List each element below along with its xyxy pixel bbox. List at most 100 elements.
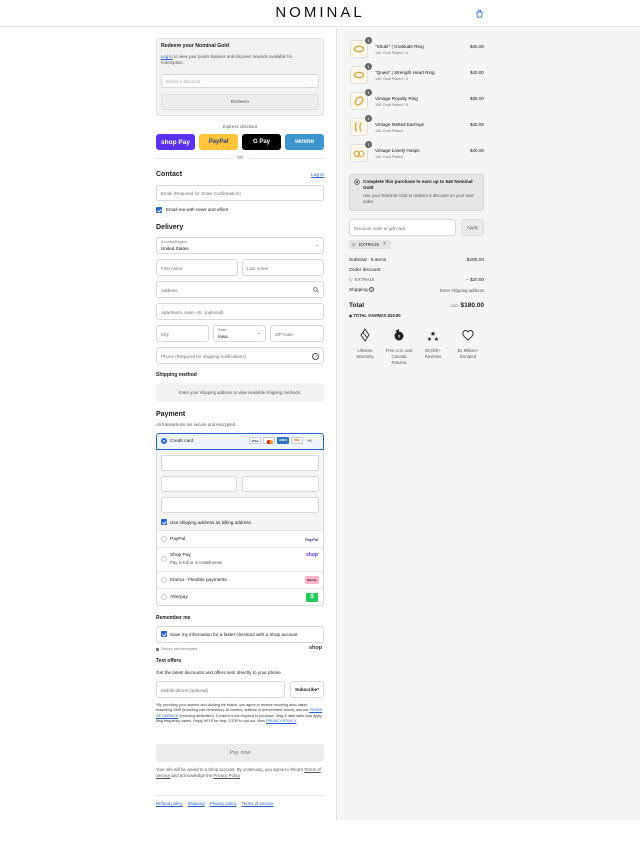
order-discount-value: − $20.00 xyxy=(465,277,484,282)
subtotal-label: Subtotal · 5 items xyxy=(349,258,387,263)
email-field[interactable]: Email (Required for Order Confirmation) xyxy=(156,185,324,201)
subscribe-button[interactable]: Subscribe* xyxy=(290,681,324,698)
express-checkout-label: Express checkout xyxy=(223,124,257,129)
stars-icon: ★★ ★ xyxy=(427,330,439,342)
applied-discount-code: EXTRA15 xyxy=(359,242,380,247)
credit-card-radio[interactable] xyxy=(161,438,167,444)
city-field[interactable]: City xyxy=(156,325,209,342)
shop-privacy-link[interactable]: Privacy Policy xyxy=(213,773,240,778)
klarna-logo: Klarna. xyxy=(305,576,319,584)
amex-icon: AMEX xyxy=(277,437,289,444)
order-summary-panel xyxy=(336,28,640,820)
discount-tag-icon: ◇ xyxy=(349,277,353,282)
remember-me-checkbox[interactable] xyxy=(161,631,167,637)
chevron-down-icon: ⌄ xyxy=(315,242,319,247)
discount-select[interactable]: Select a discount ⌄ xyxy=(161,74,319,88)
remove-discount-icon[interactable]: × xyxy=(383,241,386,247)
chevron-down-icon: ⌄ xyxy=(310,78,314,83)
item-name: Vintage Royalty Ring xyxy=(375,96,418,101)
google-pay-button[interactable]: G Pay xyxy=(242,134,281,150)
gold-promo-title: Complete this purchase to earn up to 540… xyxy=(363,179,473,191)
payment-option-shop-pay[interactable] xyxy=(156,547,324,571)
footer-links: Refund policy Shipping Privacy policy Te… xyxy=(156,801,274,806)
item-name: "Shukr" | Gratitude Ring xyxy=(375,44,424,49)
shipping-link[interactable]: Shipping xyxy=(188,801,205,806)
apartment-field[interactable]: Apartment, suite, etc. (optional) xyxy=(156,303,324,320)
item-quantity-badge: 1 xyxy=(365,89,372,96)
shop-pay-radio[interactable] xyxy=(161,556,167,562)
item-name: Vintage Lovely Hoops xyxy=(375,148,420,153)
afterpay-radio[interactable] xyxy=(161,594,167,600)
text-offers-heading: Text offers xyxy=(156,658,182,664)
billing-same-checkbox[interactable] xyxy=(161,519,167,525)
shipping-method-heading: Shipping method xyxy=(156,372,197,378)
tag-icon: ◇ xyxy=(352,241,356,247)
gold-promo-desc: Use your Nominal Gold to redeem a discou… xyxy=(363,193,474,205)
apply-discount-button[interactable]: Apply xyxy=(461,219,484,236)
shop-pay-button[interactable]: shop Pay xyxy=(156,134,195,150)
shopping-bag-icon[interactable] xyxy=(475,9,484,18)
contact-login-link[interactable]: Log in xyxy=(311,173,324,178)
gold-login-link[interactable]: Log in xyxy=(161,54,173,59)
redeem-button[interactable]: Redeem xyxy=(161,94,319,110)
visa-icon: VISA xyxy=(249,437,261,444)
help-icon[interactable]: ? xyxy=(312,352,319,360)
trust-badge-warranty: Lifetime Warranty xyxy=(347,328,383,360)
secure-label: Secure and encrypted xyxy=(161,647,198,651)
mobile-phone-field[interactable]: Mobile phone (optional) xyxy=(156,681,285,698)
paypal-button[interactable]: PayPal xyxy=(199,134,238,150)
item-quantity-badge: 1 xyxy=(365,37,372,44)
refund-policy-link[interactable]: Refund policy xyxy=(156,801,183,806)
card-cvv-field[interactable] xyxy=(242,476,319,492)
venmo-button[interactable]: venmo xyxy=(285,134,324,150)
card-number-field[interactable] xyxy=(161,455,319,471)
state-select[interactable]: State Iowa ⌄ xyxy=(213,325,266,342)
shipping-label: Shipping ? xyxy=(349,287,375,293)
billing-same-label: Use shipping address as billing address xyxy=(170,519,251,525)
card-expiry-field[interactable] xyxy=(161,476,237,492)
sms-privacy-link[interactable]: PRIVACY POLICY xyxy=(266,719,296,723)
more-cards-label: +6 xyxy=(307,438,312,443)
item-quantity-badge: 1 xyxy=(365,63,372,70)
item-name: "Quwa" | Strength Heart Ring xyxy=(375,70,435,75)
country-select[interactable]: Country/Region United States ⌄ xyxy=(156,237,324,254)
shop-pay-logo: shop xyxy=(306,552,318,558)
address-field[interactable]: Address xyxy=(156,281,324,298)
klarna-radio[interactable] xyxy=(161,577,167,583)
card-name-field[interactable] xyxy=(161,497,319,513)
total-value: $180.00 xyxy=(460,302,485,309)
sms-disclaimer: *By providing your number and clicking t… xyxy=(156,703,323,724)
search-icon xyxy=(313,287,319,293)
first-name-field[interactable]: First name xyxy=(156,259,238,276)
item-price: $45.00 xyxy=(469,44,484,49)
item-price: $40.00 xyxy=(469,70,484,75)
trust-badge-donated: $1 Million+ Donated xyxy=(450,328,486,360)
privacy-policy-link[interactable]: Privacy policy xyxy=(210,801,237,806)
returns-icon: $ xyxy=(394,329,404,341)
phone-field[interactable]: Phone (Required for shipping notificatio… xyxy=(156,347,324,364)
item-price: $40.00 xyxy=(469,148,484,153)
item-variant: 14K Gold Plated xyxy=(375,129,403,133)
order-discount-code: EXTRA15 xyxy=(355,277,375,282)
shop-terms-text: Your info will be saved to a Shop accoun… xyxy=(156,767,321,779)
item-price: $40.00 xyxy=(469,122,484,127)
afterpay-logo: $ xyxy=(306,593,318,602)
pay-now-button[interactable]: Pay now xyxy=(156,744,324,762)
item-variant: 14K Gold Plated / 5 xyxy=(375,103,408,107)
paypal-radio[interactable] xyxy=(161,536,167,542)
news-checkbox[interactable] xyxy=(156,207,162,213)
zip-field[interactable]: ZIP code xyxy=(270,325,324,342)
discount-code-field[interactable]: Discount code or gift card xyxy=(349,219,456,236)
item-quantity-badge: 1 xyxy=(365,115,372,122)
terms-of-service-link[interactable]: Terms of service xyxy=(242,801,274,806)
shipping-value: Enter shipping address xyxy=(440,288,484,293)
brand-logo[interactable]: NOMINAL xyxy=(0,4,640,21)
coin-icon xyxy=(354,179,360,185)
last-name-field[interactable]: Last name xyxy=(242,259,324,276)
heart-icon xyxy=(462,329,474,341)
item-name: Vintage Melted Earrings xyxy=(375,122,424,127)
help-icon[interactable]: ? xyxy=(369,287,375,292)
paypal-logo: PayPal xyxy=(305,537,319,542)
trust-badge-reviews: ★ ★ ★ 20,000+ Reviews xyxy=(424,330,442,359)
item-variant: 14K Gold Plated / 5 xyxy=(375,77,408,81)
